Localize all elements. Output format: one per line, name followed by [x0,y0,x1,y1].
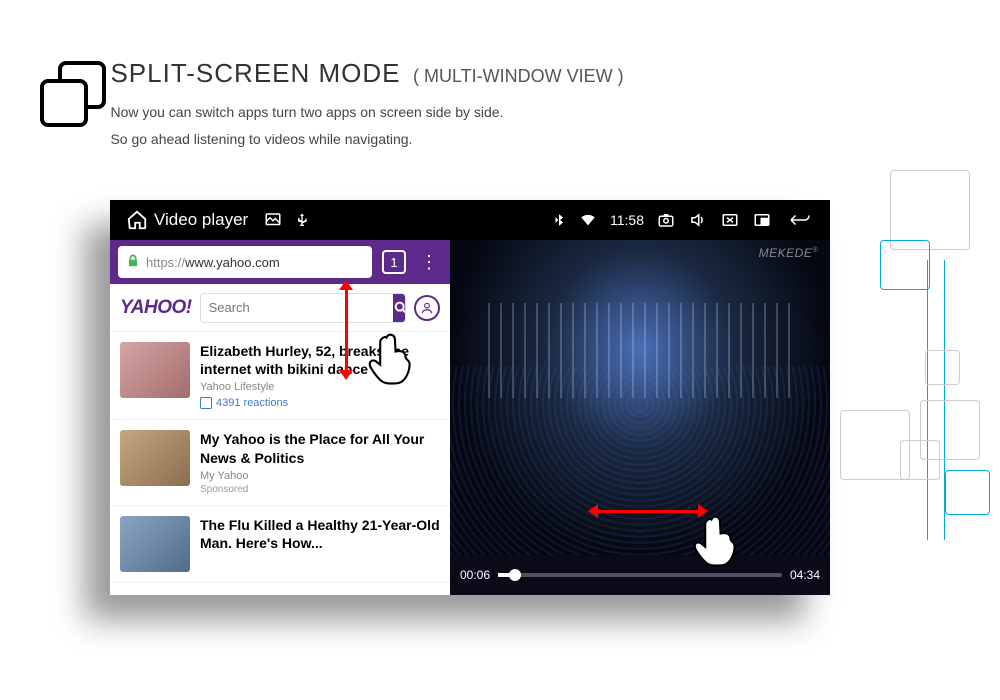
article-title: Elizabeth Hurley, 52, breaks the interne… [200,342,440,378]
url-input[interactable]: https://www.yahoo.com [118,246,372,278]
usb-icon[interactable] [294,211,310,229]
video-content[interactable] [450,240,830,555]
article-thumbnail [120,516,190,572]
close-screen-icon[interactable] [720,211,740,229]
page-title: SPLIT-SCREEN MODE [110,58,400,88]
lock-icon [126,254,140,271]
volume-icon[interactable] [688,211,708,229]
app-title: Video player [154,210,248,230]
article-title: The Flu Killed a Healthy 21-Year-Old Man… [200,516,440,552]
status-bar: Video player 11:58 [110,200,830,240]
seek-knob[interactable] [509,569,521,581]
menu-dots-icon[interactable]: ⋮ [416,252,442,273]
profile-icon[interactable] [414,295,440,321]
yahoo-logo[interactable]: YAHOO! [120,297,192,319]
desc-line-2: So go ahead listening to videos while na… [110,126,623,153]
article-thumbnail [120,430,190,486]
device-frame: Video player 11:58 [110,200,830,595]
tab-count[interactable]: 1 [382,250,406,274]
brand-watermark: MEKEDE® [759,246,818,260]
list-item[interactable]: Elizabeth Hurley, 52, breaks the interne… [110,332,450,420]
sponsored-label: Sponsored [200,484,440,495]
home-icon[interactable] [126,209,148,231]
time-duration: 04:34 [790,568,820,582]
url-scheme: https:// [146,255,185,270]
article-source: Yahoo Lifestyle [200,381,440,393]
list-item[interactable]: My Yahoo is the Place for All Your News … [110,420,450,505]
time-current: 00:06 [460,568,490,582]
video-progress-bar: 00:06 04:34 [450,555,830,595]
status-time: 11:58 [610,212,644,228]
split-view-icon[interactable] [752,211,772,229]
bluetooth-icon [552,211,566,229]
news-feed[interactable]: Elizabeth Hurley, 52, breaks the interne… [110,332,450,595]
list-item[interactable]: The Flu Killed a Healthy 21-Year-Old Man… [110,506,450,583]
article-thumbnail [120,342,190,398]
camera-icon[interactable] [656,211,676,229]
search-input[interactable] [201,294,393,322]
picture-icon[interactable] [264,211,282,229]
article-source: My Yahoo [200,470,440,482]
yahoo-header: YAHOO! [110,284,450,332]
browser-url-bar: https://www.yahoo.com 1 ⋮ [110,240,450,284]
split-screen-icon [40,61,106,127]
wifi-icon [578,212,598,228]
browser-pane: https://www.yahoo.com 1 ⋮ YAHOO! [110,240,450,595]
url-domain: www.yahoo.com [185,255,280,270]
video-pane[interactable]: MEKEDE® 00:06 04:34 [450,240,830,595]
article-reactions[interactable]: 4391 reactions [200,397,440,409]
search-button[interactable] [393,294,406,322]
decorative-squares [820,120,1000,620]
seek-track[interactable] [498,573,782,577]
article-title: My Yahoo is the Place for All Your News … [200,430,440,466]
desc-line-1: Now you can switch apps turn two apps on… [110,99,623,126]
page-subtitle: ( MULTI-WINDOW VIEW ) [413,66,624,86]
back-icon[interactable] [786,211,814,229]
